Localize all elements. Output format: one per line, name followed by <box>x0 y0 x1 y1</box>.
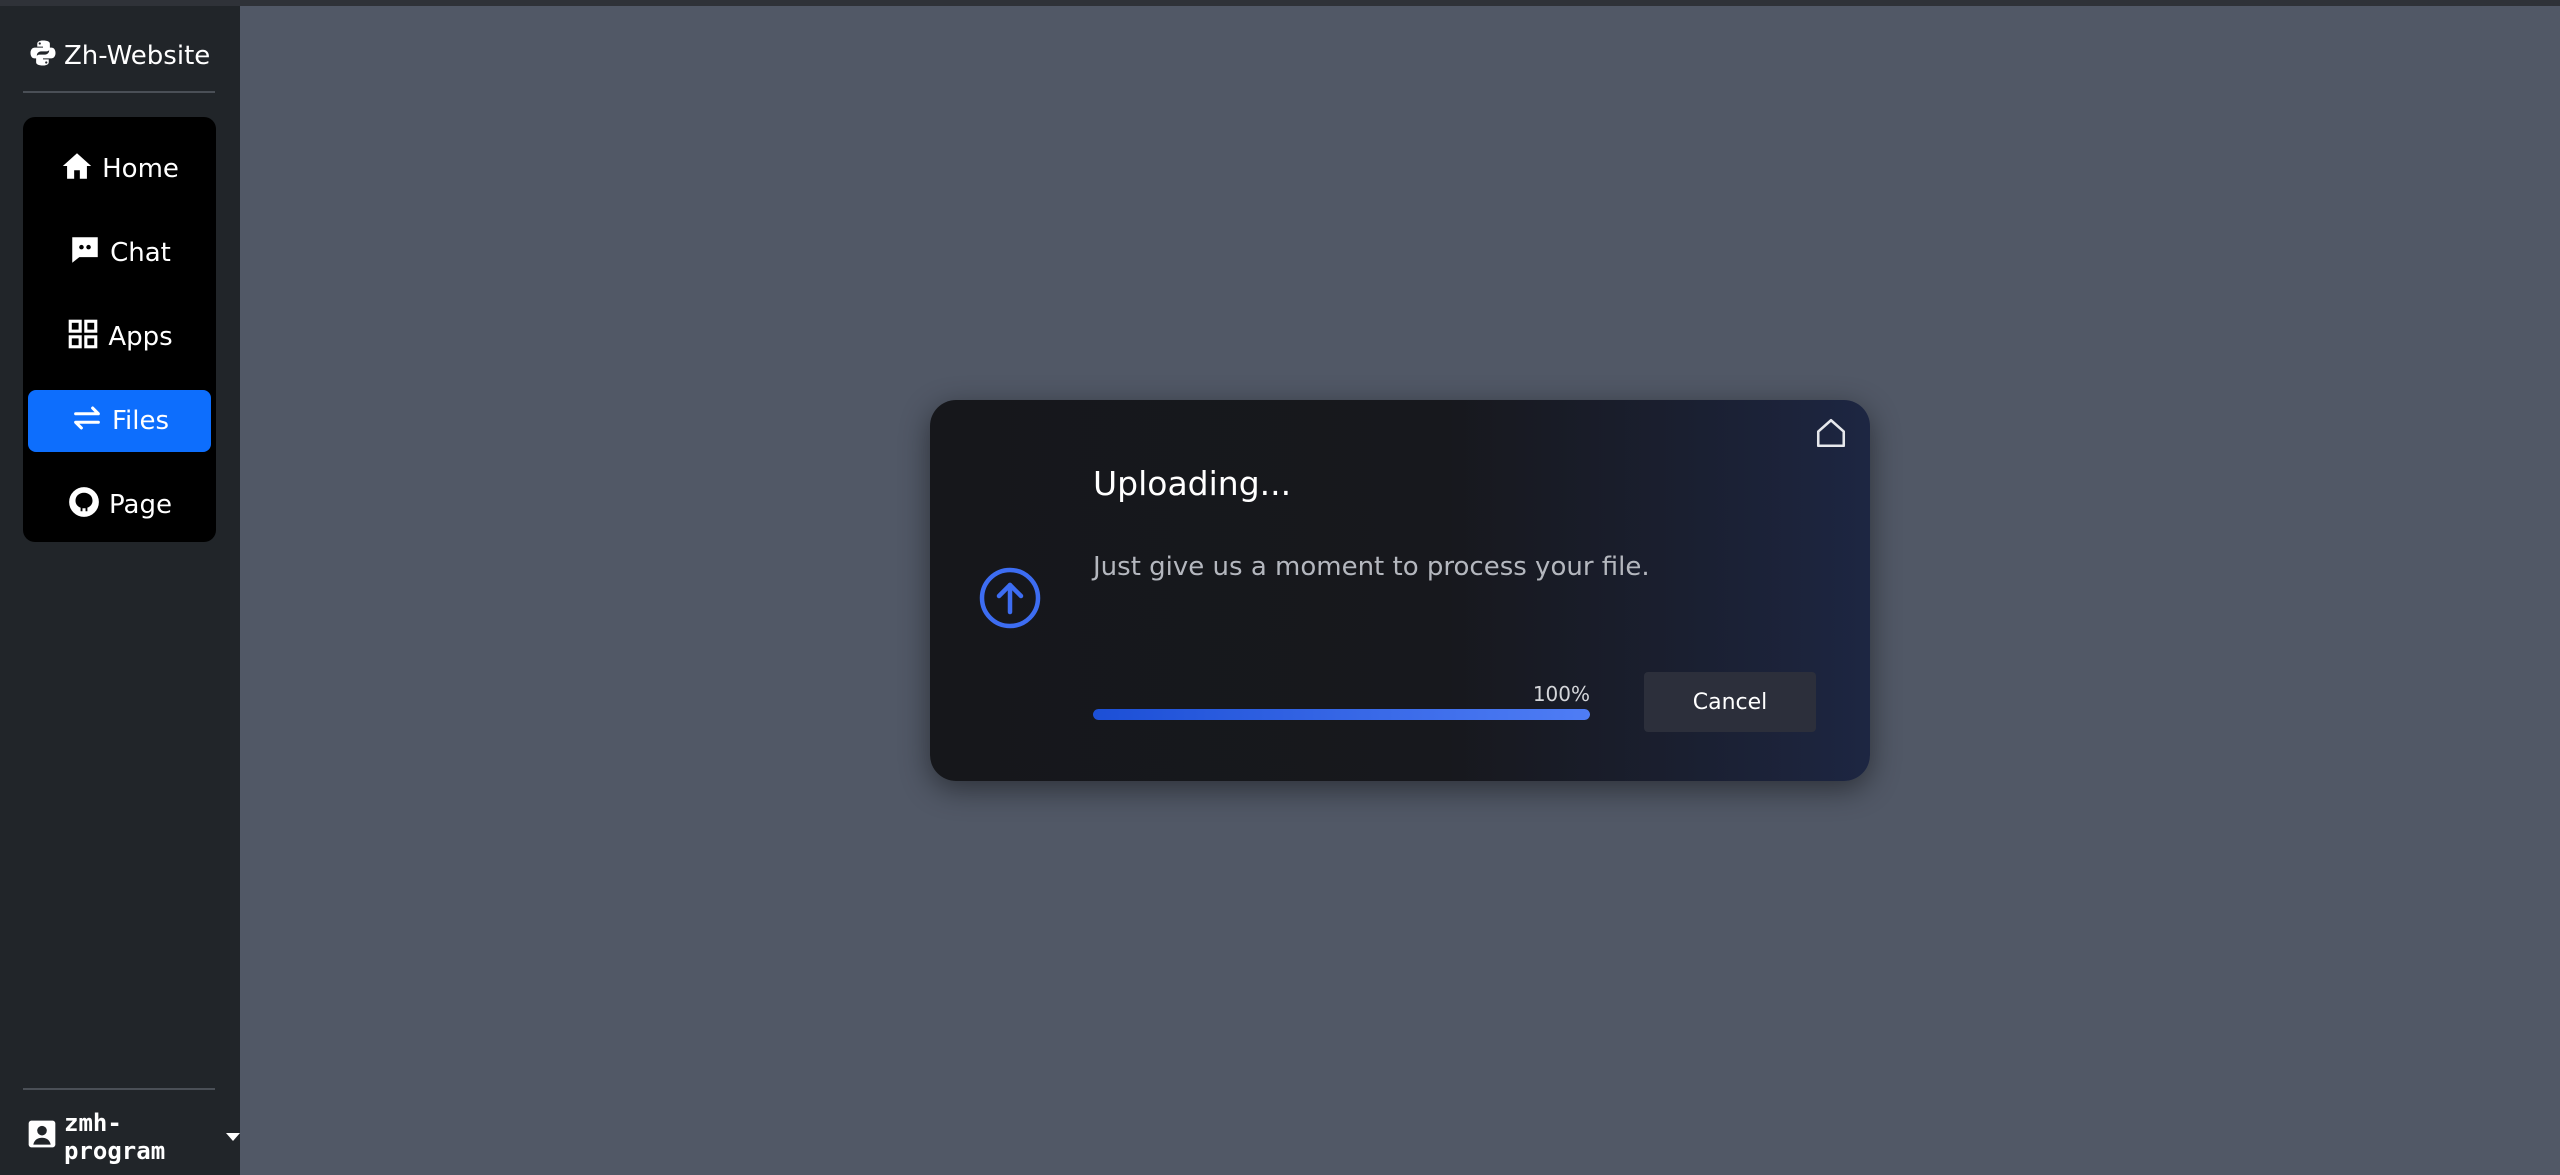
sidebar-divider <box>23 91 215 93</box>
github-icon <box>67 485 101 526</box>
chat-icon <box>68 233 102 274</box>
sidebar-item-files[interactable]: Files <box>28 390 211 452</box>
sidebar-item-chat[interactable]: Chat <box>28 222 211 284</box>
sidebar-nav: Home Chat Apps Files Page <box>23 117 216 542</box>
user-name: zmh-program <box>64 1109 166 1165</box>
person-badge-icon <box>26 1118 58 1156</box>
user-menu[interactable]: zmh-program <box>26 1109 240 1165</box>
grid-icon <box>66 317 100 358</box>
sidebar-item-label: Page <box>109 490 172 520</box>
home-icon <box>60 149 94 190</box>
sidebar-divider <box>23 1088 215 1090</box>
progress-bar <box>1093 709 1590 720</box>
brand[interactable]: Zh-Website <box>28 36 210 76</box>
sidebar: Zh-Website Home Chat Apps Files Page zmh… <box>0 6 240 1175</box>
sidebar-item-label: Files <box>111 406 170 436</box>
progress-percent: 100% <box>1532 682 1590 706</box>
sidebar-item-label: Apps <box>108 322 173 352</box>
python-logo-icon <box>28 38 58 75</box>
home-icon[interactable] <box>1814 416 1848 450</box>
chevron-down-icon <box>226 1133 240 1141</box>
upload-arrow-icon <box>978 566 1042 630</box>
sidebar-item-page[interactable]: Page <box>28 474 211 536</box>
dialog-message: Just give us a moment to process your fi… <box>1093 552 1650 582</box>
sidebar-item-apps[interactable]: Apps <box>28 306 211 368</box>
sidebar-item-label: Home <box>102 154 179 184</box>
dialog-title: Uploading... <box>1093 464 1292 503</box>
upload-dialog: Uploading... Just give us a moment to pr… <box>930 400 1870 781</box>
sidebar-item-label: Chat <box>110 238 171 268</box>
cancel-button[interactable]: Cancel <box>1644 672 1816 732</box>
arrows-exchange-icon <box>70 401 104 442</box>
brand-name: Zh-Website <box>64 41 211 71</box>
progress-fill <box>1093 709 1590 720</box>
window-top-bar <box>0 0 2560 6</box>
sidebar-item-home[interactable]: Home <box>28 138 211 200</box>
